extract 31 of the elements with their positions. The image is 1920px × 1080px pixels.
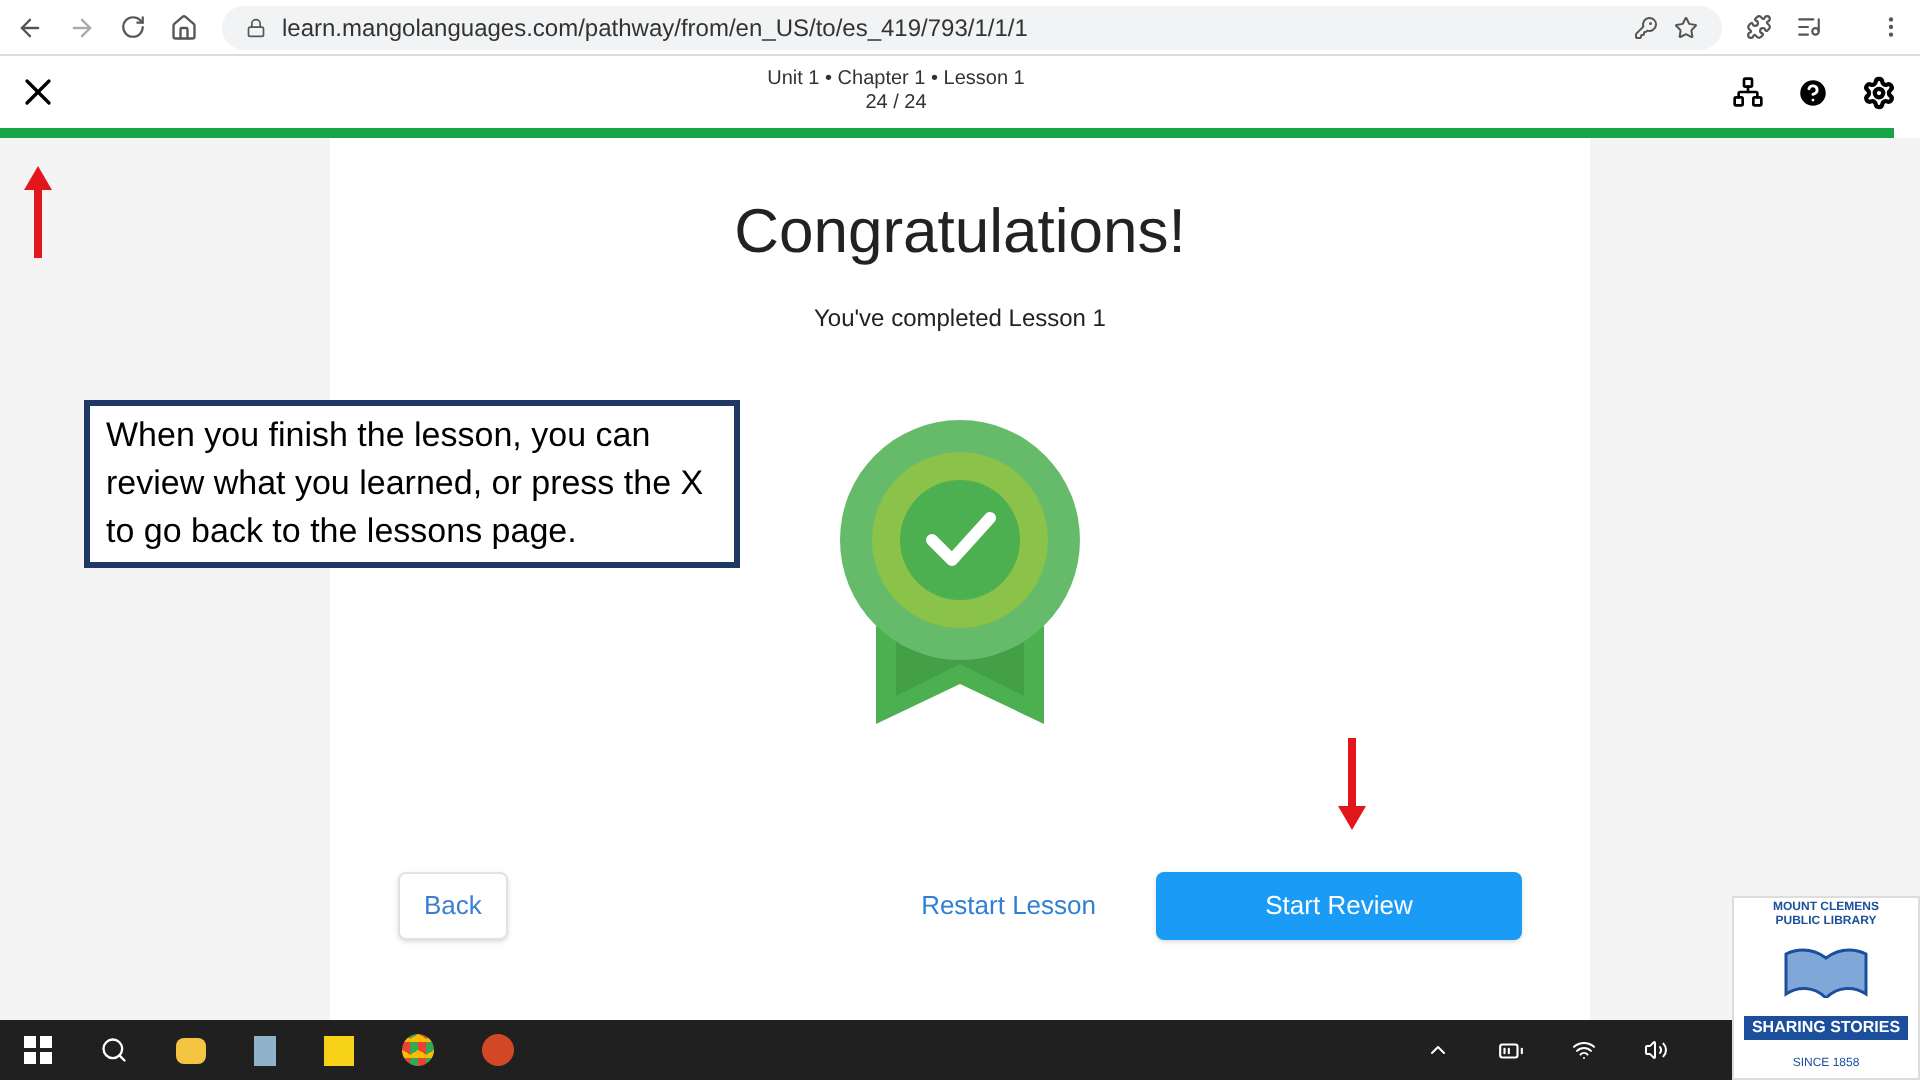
congratulations-title: Congratulations! — [734, 194, 1186, 270]
completion-message: You've completed Lesson 1 — [814, 301, 1106, 335]
help-icon[interactable] — [1796, 75, 1830, 109]
search-icon[interactable] — [100, 1036, 128, 1064]
address-bar[interactable]: learn.mangolanguages.com/pathway/from/en_US/to/es_419/793/1/1/1 — [222, 5, 1722, 49]
speaker-icon[interactable] — [1644, 1038, 1668, 1062]
media-icon[interactable] — [1796, 14, 1822, 40]
lock-icon — [246, 17, 266, 37]
award-ribbon-icon — [836, 415, 1084, 723]
open-book-icon — [1782, 946, 1870, 999]
extensions-icon[interactable] — [1746, 14, 1772, 40]
down-arrow — [1338, 738, 1366, 830]
battery-icon[interactable] — [1498, 1037, 1524, 1063]
sticky-note-icon[interactable] — [324, 1035, 354, 1065]
home-icon[interactable] — [170, 13, 198, 41]
back-icon[interactable] — [16, 13, 44, 41]
restart-lesson-link[interactable]: Restart Lesson — [913, 885, 1104, 925]
windows-start-icon[interactable] — [24, 1036, 52, 1064]
key-icon[interactable] — [1634, 15, 1658, 39]
start-review-button[interactable]: Start Review — [1156, 871, 1522, 939]
logo-banner: SHARING STORIES — [1743, 1015, 1909, 1040]
breadcrumb: Unit 1 • Chapter 1 • Lesson 1 — [767, 68, 1025, 92]
back-button[interactable]: Back — [398, 871, 508, 939]
url-text: learn.mangolanguages.com/pathway/from/en_US/to/es_419/793/1/1/1 — [282, 11, 1028, 45]
bookmark-star-icon[interactable] — [1674, 15, 1698, 39]
annotation-callout: When you finish the lesson, you can review what you learned, or press the X to go back to the lessons page. — [84, 400, 740, 568]
sitemap-icon[interactable] — [1732, 76, 1764, 108]
lesson-counter: 24 / 24 — [865, 92, 927, 116]
up-arrow — [24, 166, 52, 258]
settings-icon[interactable] — [1862, 75, 1896, 109]
reload-icon[interactable] — [120, 14, 146, 40]
